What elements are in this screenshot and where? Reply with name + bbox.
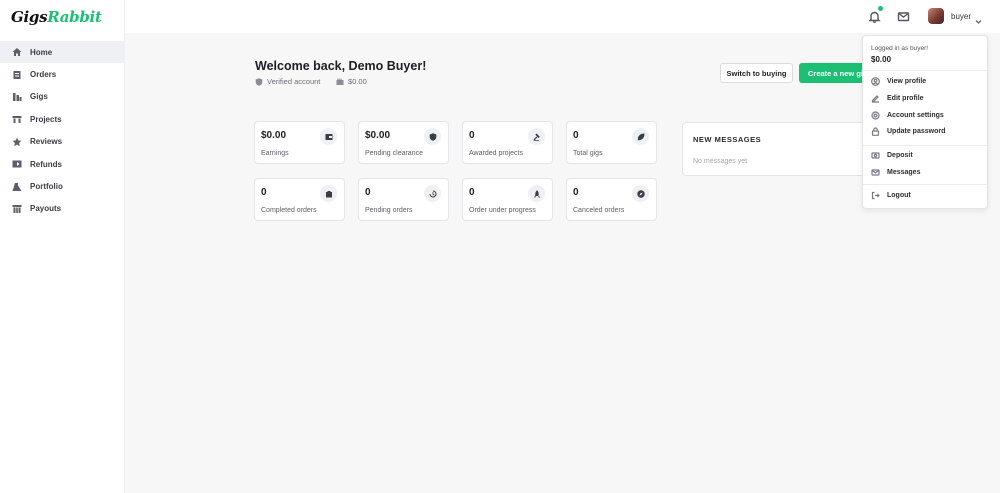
sidebar-item-label: Orders [30, 70, 57, 80]
sidebar-item-label: Projects [30, 114, 62, 124]
sidebar-item-refunds[interactable]: Refunds [0, 153, 125, 175]
menu-item-edit-profile[interactable]: Edit profile [871, 94, 924, 103]
stat-card-pending-clearance: $0.00 Pending clearance [358, 121, 449, 164]
sidebar-item-gigs[interactable]: Gigs [0, 86, 125, 108]
divider [863, 70, 987, 71]
stat-card-canceled-orders: 0 Canceled orders [566, 178, 657, 221]
stat-label: Canceled orders [573, 207, 625, 214]
sidebar-item-label: Payouts [30, 204, 62, 214]
compass-icon [632, 185, 649, 202]
menu-item-logout[interactable]: Logout [871, 191, 911, 200]
menu-item-update-password[interactable]: Update password [871, 127, 945, 136]
rocket-icon [528, 185, 545, 202]
stat-value: 0 [365, 187, 371, 198]
stat-value: 0 [573, 130, 579, 141]
stat-value: 0 [469, 130, 475, 141]
sidebar-item-label: Refunds [30, 159, 62, 169]
user-menu-name[interactable]: buyer [951, 12, 971, 21]
verified-badge: Verified account [255, 77, 320, 86]
divider [863, 184, 987, 185]
stat-value: $0.00 [261, 130, 287, 141]
mail-icon [871, 169, 880, 176]
avatar[interactable] [928, 8, 944, 24]
sidebar-item-label: Portfolio [30, 182, 63, 192]
stat-label: Total gigs [573, 150, 603, 157]
balance-badge: $0.00 [336, 77, 367, 86]
sidebar: GigsRabbit Home Orders Gigs Projects Rev… [0, 0, 125, 493]
switch-to-buying-button[interactable]: Switch to buying [720, 63, 793, 83]
stat-card-awarded-projects: 0 Awarded projects [462, 121, 553, 164]
stat-label: Order under progress [469, 207, 536, 214]
sidebar-item-projects[interactable]: Projects [0, 108, 125, 130]
settings-icon [871, 111, 880, 120]
sidebar-item-orders[interactable]: Orders [0, 63, 125, 85]
orders-icon [12, 70, 22, 80]
menu-item-deposit[interactable]: Deposit [871, 151, 913, 160]
wallet-icon [320, 128, 337, 145]
stat-card-earnings: $0.00 Earnings [254, 121, 345, 164]
new-messages-panel: NEW MESSAGES No messages yet [682, 122, 874, 176]
menu-item-view-profile[interactable]: View profile [871, 77, 926, 86]
logged-in-label: Logged in as buyer! [871, 45, 929, 52]
dropdown-balance: $0.00 [871, 55, 892, 64]
star-icon [12, 137, 22, 147]
payouts-icon [12, 204, 22, 214]
sidebar-nav: Home Orders Gigs Projects Reviews Refund… [0, 41, 125, 220]
stat-card-pending-orders: 0 Pending orders [358, 178, 449, 221]
sidebar-item-reviews[interactable]: Reviews [0, 131, 125, 153]
stat-label: Pending orders [365, 207, 413, 214]
lock-icon [871, 127, 880, 136]
wallet-icon [336, 78, 344, 85]
shield-check-icon [255, 77, 263, 86]
stat-value: 0 [469, 187, 475, 198]
history-icon [424, 185, 441, 202]
projects-icon [12, 114, 22, 124]
logout-icon [871, 191, 880, 200]
sidebar-item-portfolio[interactable]: Portfolio [0, 175, 125, 197]
stat-card-completed-orders: 0 Completed orders [254, 178, 345, 221]
stat-label: Awarded projects [469, 150, 523, 157]
portfolio-icon [12, 182, 22, 192]
stat-value: 0 [573, 187, 579, 198]
edit-icon [871, 95, 879, 103]
divider [863, 145, 987, 146]
shield-icon [424, 128, 441, 145]
bag-check-icon [320, 185, 337, 202]
empty-state: No messages yet [693, 158, 748, 165]
home-icon [12, 47, 22, 57]
bell-icon[interactable] [868, 10, 881, 23]
stat-value: 0 [261, 187, 267, 198]
page-title: Welcome back, Demo Buyer! [255, 59, 427, 73]
balance-value: $0.00 [348, 77, 367, 86]
deposit-icon [871, 152, 880, 159]
gigs-icon [12, 92, 22, 102]
user-circle-icon [871, 77, 880, 86]
sidebar-item-payouts[interactable]: Payouts [0, 198, 125, 220]
stat-card-order-under-progress: 0 Order under progress [462, 178, 553, 221]
stat-value: $0.00 [365, 130, 391, 141]
sidebar-item-label: Gigs [30, 92, 48, 102]
stat-label: Pending clearance [365, 150, 423, 157]
menu-item-messages[interactable]: Messages [871, 168, 920, 177]
sidebar-item-label: Home [30, 47, 53, 57]
user-dropdown-menu: Logged in as buyer! $0.00 View profile E… [862, 35, 988, 209]
stat-label: Earnings [261, 150, 289, 157]
menu-item-account-settings[interactable]: Account settings [871, 111, 944, 120]
mail-icon[interactable] [897, 10, 910, 23]
notification-dot [878, 6, 883, 11]
gavel-icon [528, 128, 545, 145]
leaf-icon [632, 128, 649, 145]
logo[interactable]: GigsRabbit [11, 8, 102, 26]
refunds-icon [12, 159, 22, 169]
sidebar-item-home[interactable]: Home [0, 41, 125, 64]
chevron-down-icon[interactable] [975, 12, 982, 24]
stat-card-total-gigs: 0 Total gigs [566, 121, 657, 164]
stat-label: Completed orders [261, 207, 317, 214]
sidebar-item-label: Reviews [30, 137, 63, 147]
panel-title: NEW MESSAGES [693, 135, 762, 144]
verified-label: Verified account [267, 77, 321, 86]
